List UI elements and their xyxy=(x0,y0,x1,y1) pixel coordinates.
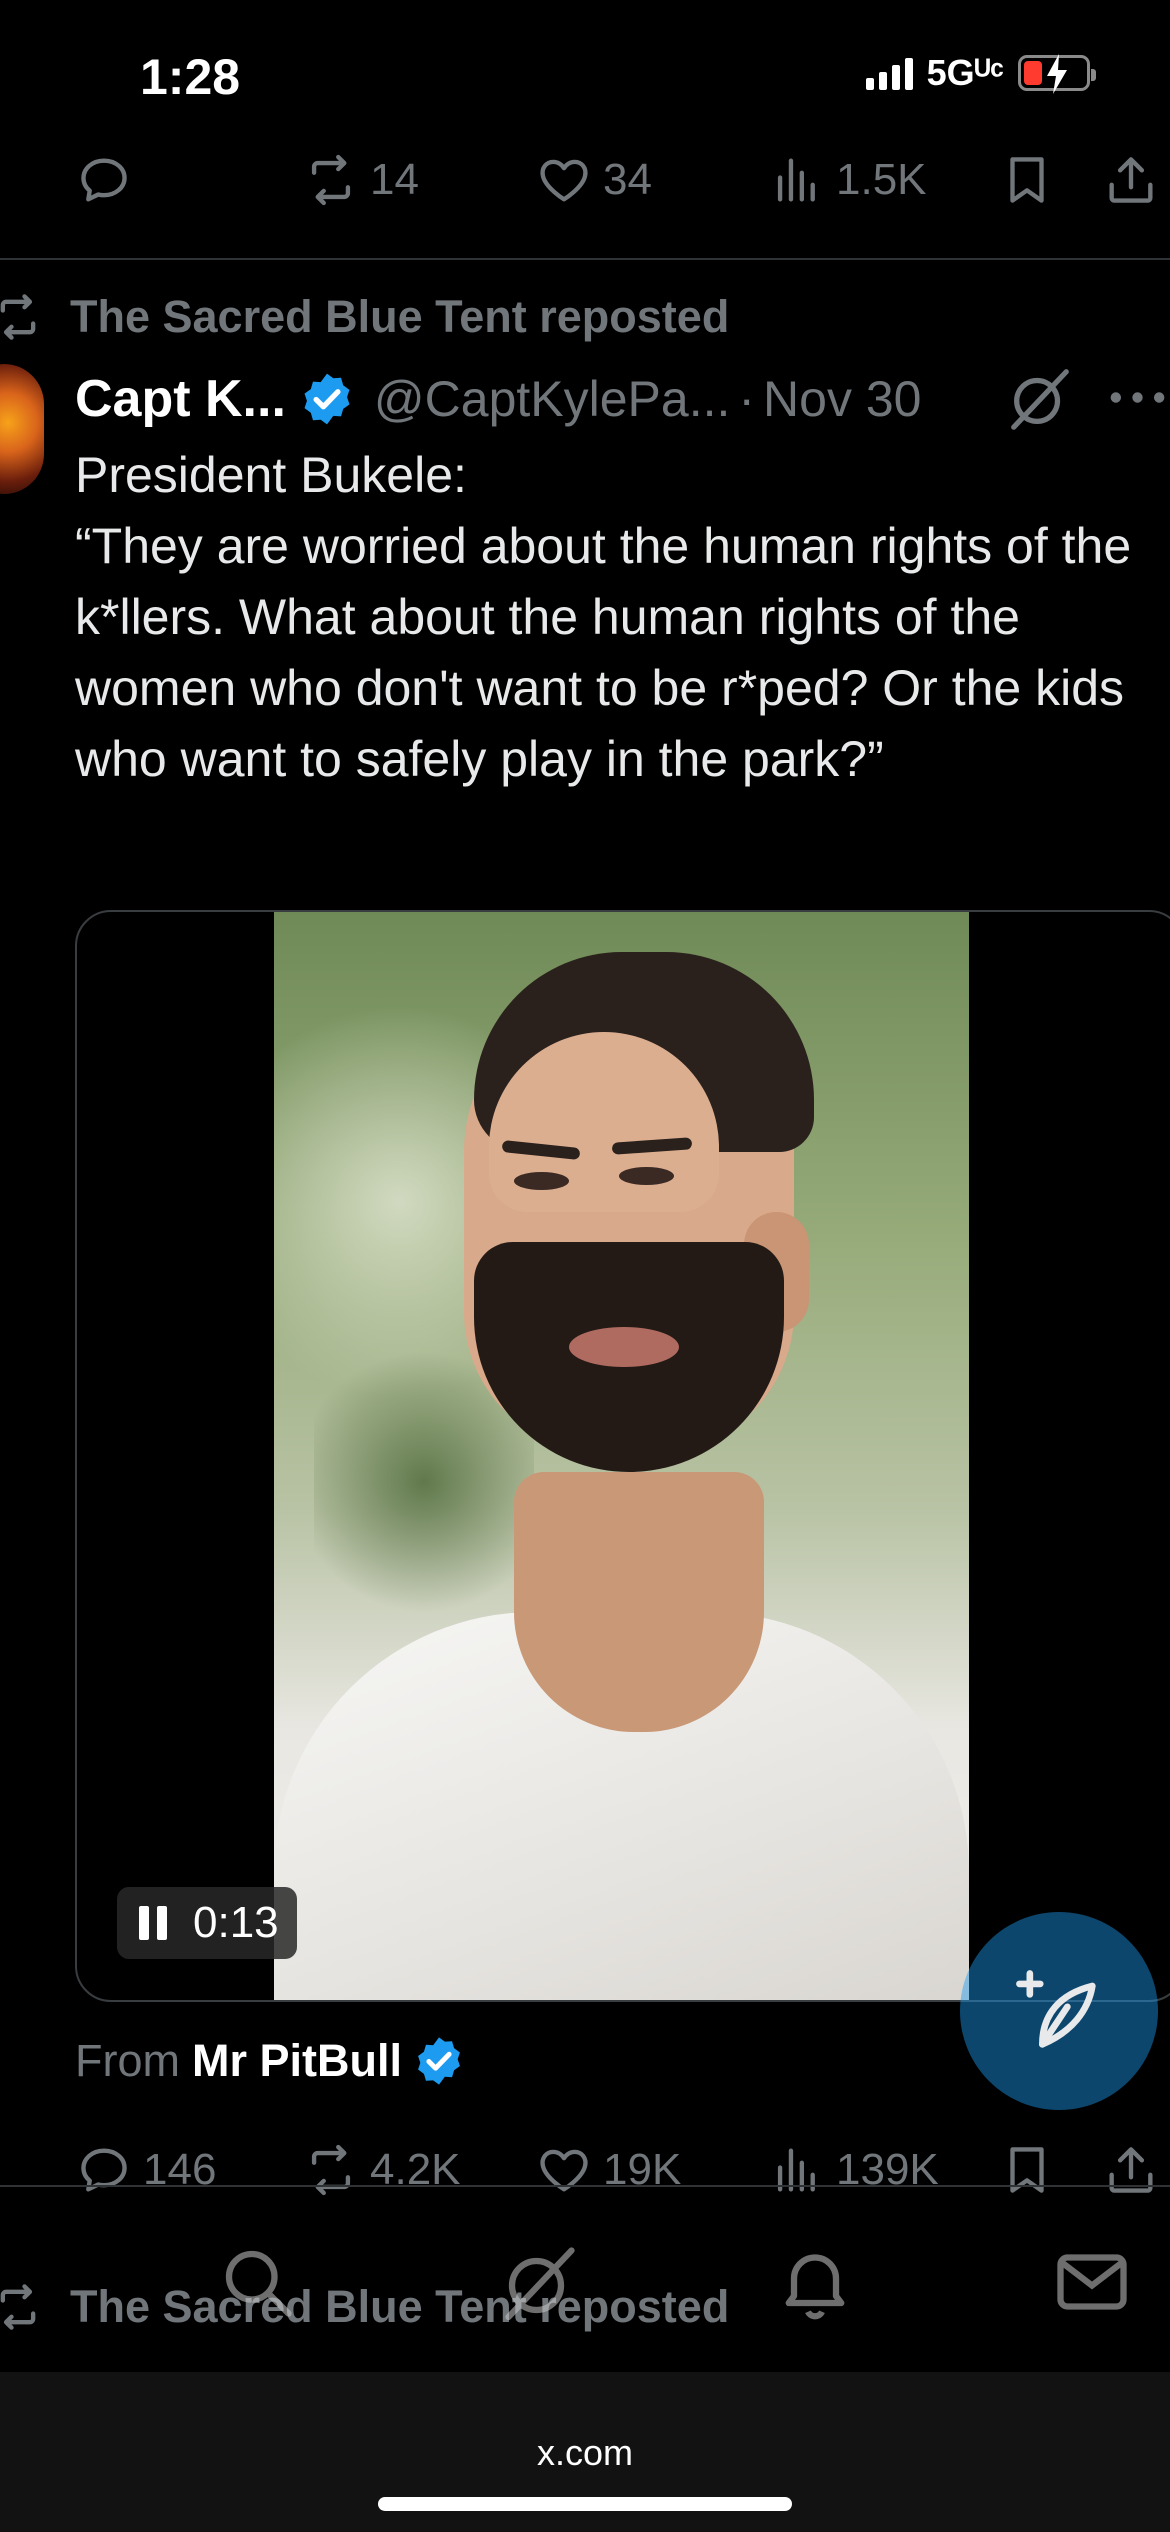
retweet-icon xyxy=(311,154,351,206)
home-indicator[interactable] xyxy=(378,2497,792,2511)
reply-icon xyxy=(81,2148,127,2192)
tweet-text-line: “They are worried about the human rights… xyxy=(75,518,1132,787)
like-count: 34 xyxy=(603,155,652,204)
video-time: 0:13 xyxy=(193,1898,279,1947)
status-bar: 1:28 5Gᵁᶜ xyxy=(0,0,1170,140)
verified-badge-icon xyxy=(304,373,350,425)
source-author-name[interactable]: Mr PitBull xyxy=(192,2035,402,2087)
grok-icon[interactable] xyxy=(1005,363,1075,433)
bookmark-icon xyxy=(1010,157,1044,203)
author-handle[interactable]: @CaptKylePa... xyxy=(374,370,730,428)
retweet-icon xyxy=(0,294,36,340)
header-separator: · xyxy=(738,371,756,427)
author-avatar[interactable] xyxy=(0,364,44,494)
status-time: 1:28 xyxy=(140,49,241,105)
bookmark-button[interactable] xyxy=(998,2130,1056,2210)
author-name[interactable]: Capt K... xyxy=(75,369,286,429)
views-count: 139K xyxy=(836,2145,939,2194)
repost-label: The Sacred Blue Tent reposted xyxy=(70,291,730,342)
browser-address-bar[interactable]: x.com xyxy=(0,2372,1170,2532)
retweet-count: 4.2K xyxy=(370,2145,461,2194)
repost-context[interactable]: The Sacred Blue Tent reposted xyxy=(0,287,729,347)
video-controls[interactable]: 0:13 xyxy=(117,1887,297,1959)
reply-button[interactable] xyxy=(75,140,133,220)
reply-icon xyxy=(81,158,127,202)
bookmark-icon xyxy=(1010,2147,1044,2193)
views-button[interactable]: 1.5K xyxy=(768,140,927,220)
search-icon[interactable] xyxy=(215,2240,299,2324)
views-button[interactable]: 139K xyxy=(768,2130,939,2210)
like-button[interactable]: 34 xyxy=(535,140,652,220)
views-icon xyxy=(777,2148,815,2192)
tweet-text-line: President Bukele: xyxy=(75,447,467,503)
video-frame xyxy=(274,912,969,2000)
views-count: 1.5K xyxy=(836,155,927,204)
verified-badge-icon xyxy=(418,2037,460,2085)
grok-tab-icon[interactable] xyxy=(498,2240,582,2324)
video-player[interactable]: 0:13 xyxy=(75,910,1170,2002)
battery-icon xyxy=(1018,54,1096,94)
views-icon xyxy=(777,158,815,202)
share-icon xyxy=(1109,157,1153,203)
signal-strength-icon xyxy=(865,56,913,90)
like-count: 19K xyxy=(603,2145,682,2194)
notifications-bell-icon[interactable] xyxy=(773,2240,857,2324)
retweet-count: 14 xyxy=(370,155,419,204)
like-button[interactable]: 19K xyxy=(535,2130,681,2210)
compose-button[interactable] xyxy=(960,1912,1158,2110)
url-text[interactable]: x.com xyxy=(0,2432,1170,2474)
more-options-icon[interactable] xyxy=(1105,370,1170,425)
tweet-actions: 146 4.2K 19K 139K xyxy=(0,2130,1170,2210)
status-indicators: 5Gᵁᶜ xyxy=(865,52,1096,94)
retweet-icon xyxy=(311,2144,351,2196)
heart-icon xyxy=(540,2149,588,2192)
messages-envelope-icon[interactable] xyxy=(1050,2240,1134,2324)
retweet-button[interactable]: 14 xyxy=(302,140,419,220)
heart-icon xyxy=(540,159,588,202)
tweet-divider xyxy=(0,2185,1170,2187)
tweet-divider xyxy=(0,258,1170,260)
share-icon xyxy=(1109,2147,1153,2193)
reply-button[interactable]: 146 xyxy=(75,2130,216,2210)
bottom-tab-bar xyxy=(0,2240,1170,2360)
previous-tweet-actions: 14 34 1.5K xyxy=(0,140,1170,220)
share-button[interactable] xyxy=(1102,140,1160,220)
retweet-button[interactable]: 4.2K xyxy=(302,2130,461,2210)
pause-icon[interactable] xyxy=(139,1906,167,1940)
share-button[interactable] xyxy=(1102,2130,1160,2210)
compose-feather-icon xyxy=(1016,1970,1096,2048)
reply-count: 146 xyxy=(143,2145,217,2194)
video-source: From Mr PitBull xyxy=(75,2030,466,2092)
from-label: From xyxy=(75,2035,180,2086)
bookmark-button[interactable] xyxy=(998,140,1056,220)
tweet-text: President Bukele: “They are worried abou… xyxy=(75,440,1165,795)
tweet-date[interactable]: Nov 30 xyxy=(763,370,921,428)
network-type: 5Gᵁᶜ xyxy=(926,52,1004,93)
